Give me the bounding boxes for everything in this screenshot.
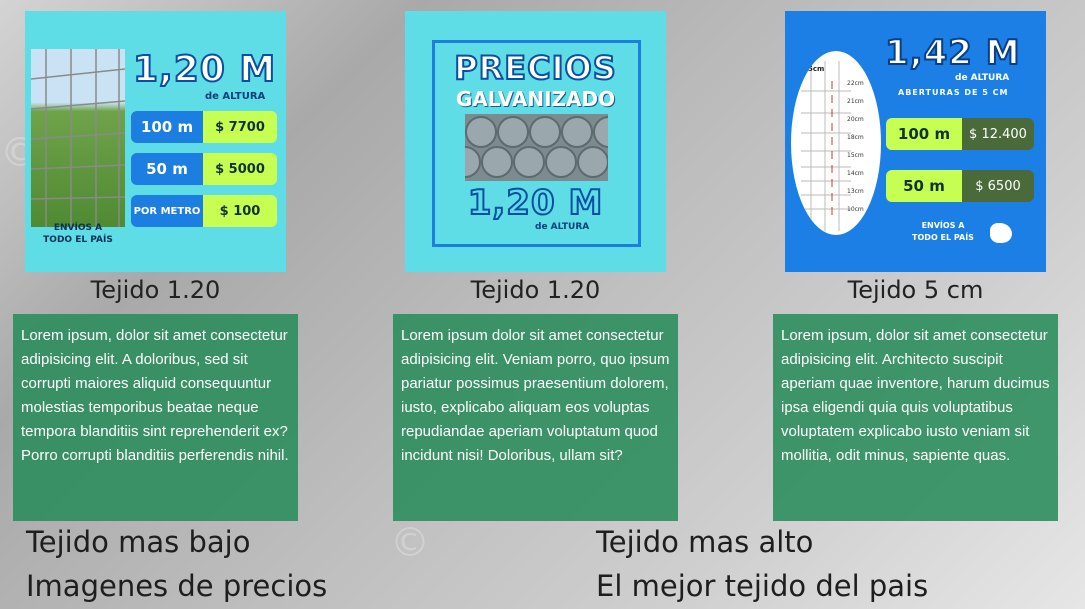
price-row: 50 m $ 6500 bbox=[886, 170, 1034, 202]
shipping-line-1: ENVÍOS A bbox=[921, 221, 965, 230]
shipping-line-2: TODO EL PAÍS bbox=[912, 233, 974, 242]
price-amount: $ 100 bbox=[203, 195, 277, 227]
price-row: POR METRO $ 100 bbox=[131, 195, 277, 227]
price-amount: $ 12.400 bbox=[962, 118, 1034, 150]
height-subtitle: de ALTURA bbox=[535, 222, 590, 232]
footer-heading-right-1: Tejido mas alto bbox=[596, 525, 814, 559]
product-image-galvanizado-prices[interactable]: PRECIOS GALVANIZADO 1,20 M de ALTURA bbox=[405, 11, 666, 272]
shipping-line-2: TODO EL PAÍS bbox=[43, 235, 113, 245]
height-subtitle: de ALTURA bbox=[955, 73, 1010, 83]
fence-photo bbox=[31, 49, 125, 227]
card-caption: Tejido 1.20 bbox=[90, 276, 221, 304]
diagram-label: 14cm bbox=[847, 170, 864, 177]
diagram-top-label: 5cm bbox=[808, 65, 825, 73]
height-subtitle: de ALTURA bbox=[205, 91, 266, 102]
card-description: Lorem ipsum, dolor sit amet consectetur … bbox=[773, 314, 1058, 521]
footer-heading-left-2: Imagenes de precios bbox=[26, 569, 328, 603]
price-qty: POR METRO bbox=[131, 195, 203, 227]
wire-rolls-photo bbox=[465, 114, 608, 181]
diagram-label: 22cm bbox=[847, 80, 864, 87]
diagram-label: 10cm bbox=[847, 206, 864, 213]
card-description: Lorem ipsum, dolor sit amet consectetur … bbox=[13, 314, 298, 521]
footer-heading-right-2: El mejor tejido del pais bbox=[596, 569, 929, 603]
card-description: Lorem ipsum dolor sit amet consectetur a… bbox=[393, 314, 678, 521]
price-amount: $ 6500 bbox=[962, 170, 1034, 202]
country-map-icon bbox=[990, 223, 1012, 243]
mesh-diagram: 5cm 22cm 21cm 20cm 18cm 15cm 14cm 13cm 1… bbox=[791, 51, 881, 235]
diagram-label: 20cm bbox=[847, 116, 864, 123]
product-image-tejido-5cm-prices[interactable]: 5cm 22cm 21cm 20cm 18cm 15cm 14cm 13cm 1… bbox=[785, 11, 1046, 272]
diagram-label: 13cm bbox=[847, 188, 864, 195]
price-qty: 100 m bbox=[131, 111, 203, 143]
price-amount: $ 7700 bbox=[203, 111, 277, 143]
height-headline: 1,20 M bbox=[132, 48, 277, 91]
shipping-line-1: ENVÍOS A bbox=[53, 223, 103, 233]
height-headline: 1,42 M bbox=[884, 32, 1021, 74]
price-qty: 50 m bbox=[131, 153, 203, 185]
price-row: 100 m $ 7700 bbox=[131, 111, 277, 143]
prices-title: PRECIOS bbox=[453, 48, 617, 88]
price-amount: $ 5000 bbox=[203, 153, 277, 185]
openings-subtitle: ABERTURAS DE 5 CM bbox=[898, 88, 1009, 97]
price-qty: 50 m bbox=[886, 170, 962, 202]
card-caption: Tejido 5 cm bbox=[847, 276, 984, 304]
price-row: 100 m $ 12.400 bbox=[886, 118, 1034, 150]
footer-heading-left-1: Tejido mas bajo bbox=[26, 525, 251, 559]
price-qty: 100 m bbox=[886, 118, 962, 150]
price-row: 50 m $ 5000 bbox=[131, 153, 277, 185]
card-caption: Tejido 1.20 bbox=[470, 276, 601, 304]
diagram-label: 21cm bbox=[847, 98, 864, 105]
diagram-label: 18cm bbox=[847, 134, 864, 141]
diagram-label: 15cm bbox=[847, 152, 864, 159]
height-headline: 1,20 M bbox=[467, 182, 604, 224]
galvanizado-title: GALVANIZADO bbox=[455, 87, 616, 111]
watermark-copyright-icon: © bbox=[390, 520, 430, 566]
product-image-tejido-120-prices[interactable]: 1,20 M de ALTURA 100 m $ 7700 50 m $ 500… bbox=[25, 11, 286, 272]
